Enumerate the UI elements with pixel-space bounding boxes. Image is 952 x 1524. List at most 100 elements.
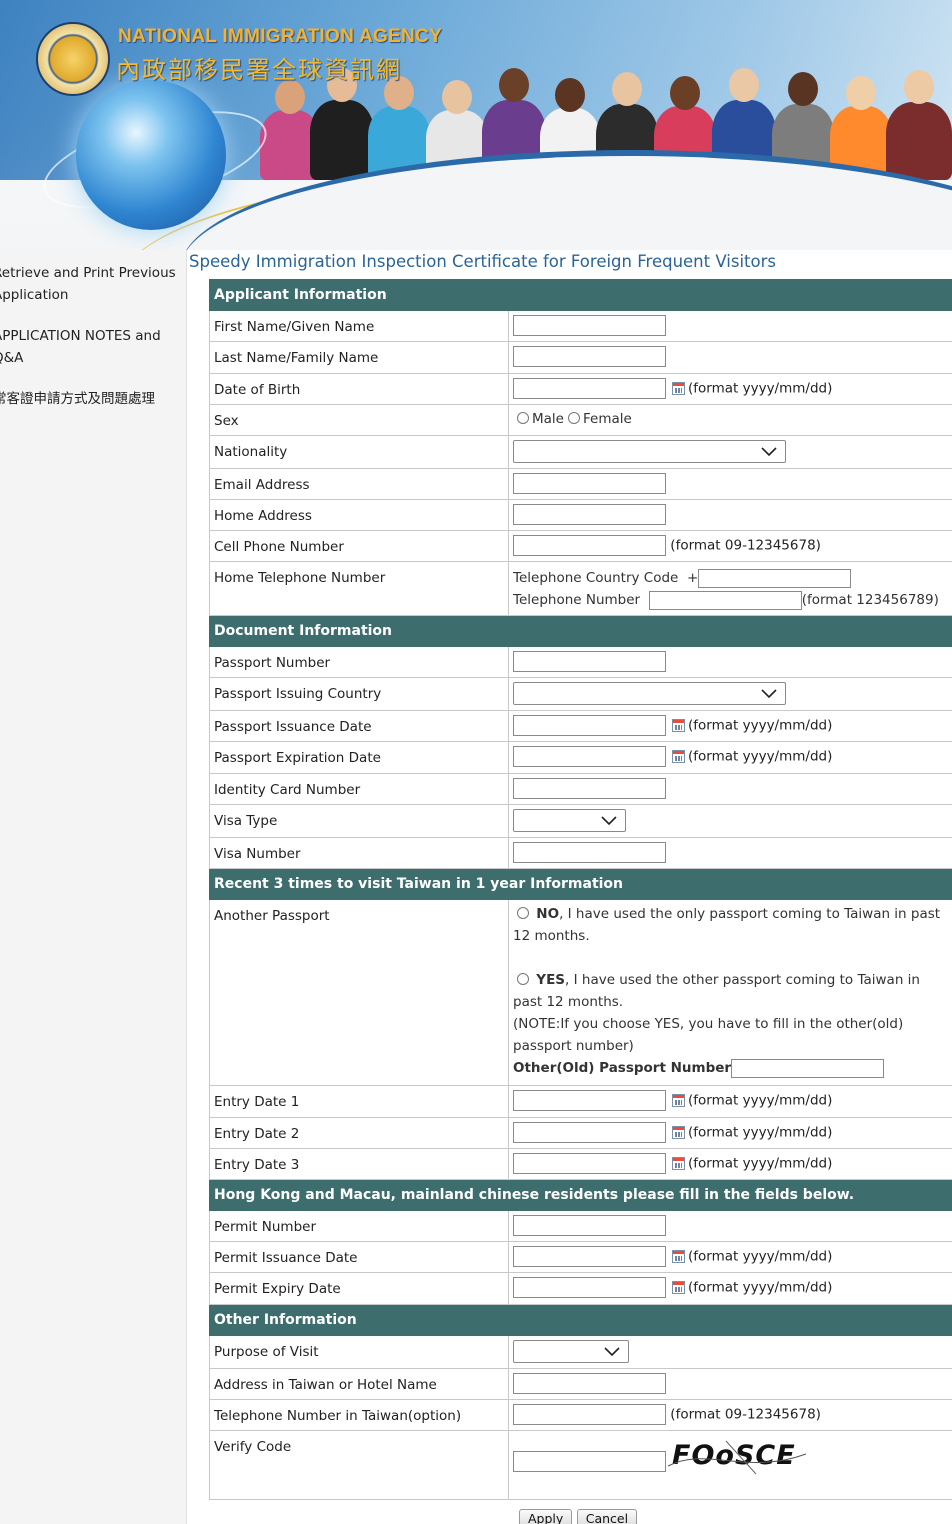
id-card-input[interactable]	[513, 778, 666, 799]
calendar-icon[interactable]	[672, 1281, 685, 1294]
permit-expiry-input[interactable]	[513, 1277, 666, 1298]
entry-date-2-input[interactable]	[513, 1122, 666, 1143]
purpose-label: Purpose of Visit	[209, 1335, 509, 1369]
apply-button[interactable]: Apply	[519, 1509, 573, 1524]
calendar-icon[interactable]	[672, 1250, 685, 1263]
agency-name-en[interactable]: NATIONAL IMMIGRATION AGENCY	[118, 26, 442, 48]
purpose-select[interactable]	[513, 1340, 629, 1363]
date-format-hint: (format yyyy/mm/dd)	[688, 717, 833, 734]
section-other-info: Other Information	[209, 1304, 952, 1336]
tel-country-code-label: Telephone Country Code	[513, 570, 679, 586]
cancel-button[interactable]: Cancel	[576, 1509, 638, 1524]
sex-male-radio[interactable]	[517, 412, 529, 424]
date-format-hint: (format yyyy/mm/dd)	[688, 1248, 833, 1265]
passport-issue-label: Passport Issuance Date	[209, 710, 509, 742]
calendar-icon[interactable]	[672, 1157, 685, 1170]
date-format-hint: (format yyyy/mm/dd)	[688, 1155, 833, 1172]
old-passport-input[interactable]	[731, 1058, 885, 1078]
visa-type-select[interactable]	[513, 809, 626, 832]
calendar-icon[interactable]	[672, 1094, 685, 1107]
home-address-input[interactable]	[513, 504, 666, 525]
visa-number-input[interactable]	[513, 842, 666, 863]
permit-expiry-label: Permit Expiry Date	[209, 1272, 509, 1305]
yes-note-text-2: passport number)	[513, 1038, 634, 1054]
dob-label: Date of Birth	[209, 373, 509, 405]
sidebar: Retrieve and Print Previous Application …	[0, 250, 187, 1524]
no-option-text: , I have used the only passport coming t…	[559, 906, 941, 922]
section-recent-visits: Recent 3 times to visit Taiwan in 1 year…	[209, 868, 952, 900]
entry-date-1-label: Entry Date 1	[209, 1085, 509, 1118]
passport-issue-input[interactable]	[513, 715, 666, 736]
email-label: Email Address	[209, 468, 509, 500]
last-name-input[interactable]	[513, 346, 666, 367]
passport-number-label: Passport Number	[209, 646, 509, 678]
yes-option-text-2: past 12 months.	[513, 994, 624, 1010]
entry-date-1-input[interactable]	[513, 1090, 666, 1111]
chevron-down-icon	[761, 689, 777, 699]
permit-number-input[interactable]	[513, 1215, 666, 1236]
tel-number-input[interactable]	[648, 590, 802, 610]
entry-date-3-label: Entry Date 3	[209, 1148, 509, 1180]
address-taiwan-input[interactable]	[513, 1373, 666, 1394]
verify-code-input[interactable]	[513, 1451, 666, 1472]
old-passport-label: Other(Old) Passport Number	[513, 1060, 732, 1076]
calendar-icon[interactable]	[672, 719, 685, 732]
last-name-label: Last Name/Family Name	[209, 341, 509, 374]
cell-phone-input[interactable]	[513, 535, 666, 556]
verify-code-label: Verify Code	[209, 1430, 509, 1500]
dob-input[interactable]	[513, 378, 666, 399]
another-passport-yes-radio[interactable]	[517, 973, 529, 985]
email-input[interactable]	[513, 473, 666, 494]
permit-number-label: Permit Number	[209, 1210, 509, 1242]
tel-taiwan-label: Telephone Number in Taiwan(option)	[209, 1399, 509, 1431]
home-tel-label: Home Telephone Number	[209, 561, 509, 616]
date-format-hint: (format yyyy/mm/dd)	[688, 748, 833, 765]
calendar-icon[interactable]	[672, 382, 685, 395]
section-applicant-info: Applicant Information	[209, 279, 952, 311]
chevron-down-icon	[601, 816, 617, 826]
sex-female-label: Female	[582, 411, 632, 427]
home-address-label: Home Address	[209, 499, 509, 531]
tel-country-code-input[interactable]	[698, 568, 852, 588]
chevron-down-icon	[761, 447, 777, 457]
yes-note-text: (NOTE:If you choose YES, you have to fil…	[513, 1016, 904, 1032]
passport-number-input[interactable]	[513, 651, 666, 672]
sex-label: Sex	[209, 404, 509, 436]
sex-male-label: Male	[532, 411, 564, 427]
nationality-select[interactable]	[513, 440, 786, 463]
passport-country-select[interactable]	[513, 682, 786, 705]
sex-female-radio[interactable]	[567, 412, 580, 424]
address-taiwan-label: Address in Taiwan or Hotel Name	[209, 1368, 509, 1400]
page-title: Speedy Immigration Inspection Certificat…	[189, 252, 776, 271]
visa-number-label: Visa Number	[209, 837, 509, 869]
entry-date-3-input[interactable]	[513, 1153, 666, 1174]
sidebar-item-label: Q&A	[0, 350, 24, 366]
passport-expiry-input[interactable]	[513, 746, 666, 767]
another-passport-no-radio[interactable]	[517, 907, 529, 919]
first-name-input[interactable]	[513, 315, 666, 336]
permit-issue-input[interactable]	[513, 1246, 666, 1267]
another-passport-label: Another Passport	[209, 899, 509, 1086]
nationality-label: Nationality	[209, 435, 509, 469]
captcha-noise	[667, 1440, 807, 1475]
no-option-bold: NO	[536, 906, 560, 922]
form-actions: Apply Cancel	[519, 1509, 638, 1524]
date-format-hint: (format yyyy/mm/dd)	[688, 1092, 833, 1109]
sidebar-item-application-notes[interactable]: APPLICATION NOTES and Q&A	[0, 325, 180, 369]
sidebar-item-chinese-guide[interactable]: 常客證申請方式及問題處理	[0, 388, 180, 410]
sidebar-item-retrieve-print[interactable]: Retrieve and Print Previous Application	[0, 262, 180, 306]
id-card-label: Identity Card Number	[209, 773, 509, 805]
entry-date-2-label: Entry Date 2	[209, 1117, 509, 1149]
tel-taiwan-input[interactable]	[513, 1404, 666, 1425]
calendar-icon[interactable]	[672, 1126, 685, 1139]
passport-expiry-label: Passport Expiration Date	[209, 741, 509, 774]
agency-emblem-icon[interactable]	[36, 22, 110, 96]
permit-issue-label: Permit Issuance Date	[209, 1241, 509, 1273]
date-format-hint: (format yyyy/mm/dd)	[688, 1279, 833, 1296]
sidebar-item-label: Application	[0, 287, 69, 303]
agency-name-zh[interactable]: 內政部移民署全球資訊網	[116, 50, 402, 85]
passport-country-label: Passport Issuing Country	[209, 677, 509, 711]
calendar-icon[interactable]	[672, 750, 685, 763]
visa-type-label: Visa Type	[209, 804, 509, 838]
no-option-text-2: 12 months.	[513, 928, 590, 944]
